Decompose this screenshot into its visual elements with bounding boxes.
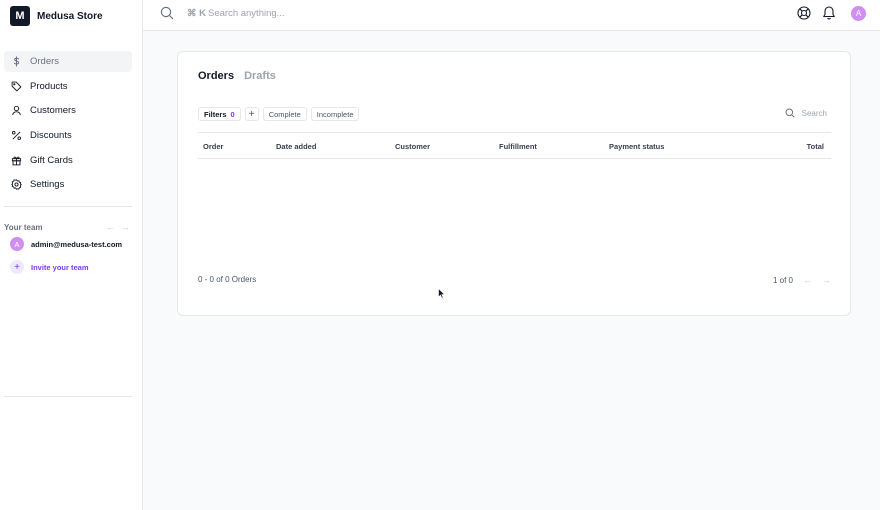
table-search[interactable]: Search [785,108,827,118]
invite-team-button[interactable]: + Invite your team [10,260,89,274]
invite-team-label: Invite your team [31,262,89,272]
pagination-controls: 1 of 0 ← → [773,275,831,285]
dollar-icon [13,56,20,67]
column-header-date-added: Date added [276,142,317,151]
search-icon [785,108,795,118]
sidebar-item-label: Discounts [30,130,72,142]
column-header-customer: Customer [395,142,431,151]
arrow-left-icon[interactable]: ← [803,275,812,285]
filter-bar: Filters 0 + Complete Incomplete [198,107,360,121]
store-switcher[interactable]: M Medusa Store [10,6,103,26]
tab-orders[interactable]: Orders [198,70,234,82]
orders-card: Orders Drafts Filters 0 + Complete Incom… [177,51,851,316]
sidebar: M Medusa Store Orders Products Customers… [0,0,143,510]
tabs: Orders Drafts [198,70,276,82]
arrow-left-icon[interactable]: ← [106,222,115,232]
column-header-total: Total [806,142,824,151]
column-header-payment-status: Payment status [609,142,665,151]
gear-icon [11,179,22,191]
sidebar-item-label: Settings [30,179,65,191]
gift-icon [11,156,22,166]
column-header-fulfillment: Fulfillment [499,142,537,151]
store-logo: M [10,6,30,26]
table-search-input[interactable]: Search [802,109,827,118]
sidebar-item-label: Products [30,80,68,92]
plus-icon: + [10,260,24,274]
sidebar-item-customers[interactable]: Customers [4,100,132,121]
percent-icon [12,131,21,141]
sidebar-item-products[interactable]: Products [4,76,132,97]
sidebar-item-gift-cards[interactable]: Gift Cards [4,150,132,171]
global-search-input[interactable]: Search anything... [208,8,285,19]
table-header: Order Date added Customer Fulfillment Pa… [198,132,831,159]
store-name: Medusa Store [37,10,103,22]
sidebar-item-label: Orders [30,56,60,67]
sidebar-item-label: Gift Cards [30,154,73,166]
avatar: A [10,237,24,251]
team-title: Your team [4,222,43,232]
search-shortcut: ⌘ K [187,8,206,19]
arrow-right-icon[interactable]: → [822,275,831,285]
add-filter-button[interactable]: + [244,107,259,121]
filter-incomplete[interactable]: Incomplete [310,107,360,121]
team-header: Your team ← → [4,221,132,233]
pagination-summary: 0 - 0 of 0 Orders [198,275,257,284]
team-pagination: ← → [106,222,132,232]
column-header-order: Order [203,142,224,151]
sidebar-item-label: Customers [30,105,76,117]
mouse-cursor-icon [438,288,446,299]
filters-count: 0 [230,109,235,119]
tab-drafts[interactable]: Drafts [244,70,276,82]
tag-icon [11,81,22,92]
filters-button[interactable]: Filters 0 [198,107,241,121]
page-indicator: 1 of 0 [772,275,793,285]
arrow-right-icon[interactable]: → [121,222,130,232]
team-member-email: admin@medusa-test.com [31,239,123,249]
sidebar-divider [4,396,132,397]
sidebar-nav: Orders Products Customers Discounts Gift… [4,51,132,199]
avatar[interactable]: A [851,6,866,21]
topbar: ⌘ K Search anything... A [143,0,880,31]
sidebar-item-settings[interactable]: Settings [4,174,132,195]
sidebar-divider [4,206,132,207]
user-icon [12,106,21,116]
team-member[interactable]: A admin@medusa-test.com [10,237,125,251]
filters-label: Filters [204,109,227,119]
help-icon[interactable] [797,6,811,20]
bell-icon[interactable] [822,5,836,20]
search-icon[interactable] [160,6,174,20]
sidebar-item-discounts[interactable]: Discounts [4,125,132,146]
sidebar-item-orders[interactable]: Orders [4,51,132,72]
pagination: 0 - 0 of 0 Orders 1 of 0 ← → [198,275,831,287]
filter-complete[interactable]: Complete [262,107,307,121]
